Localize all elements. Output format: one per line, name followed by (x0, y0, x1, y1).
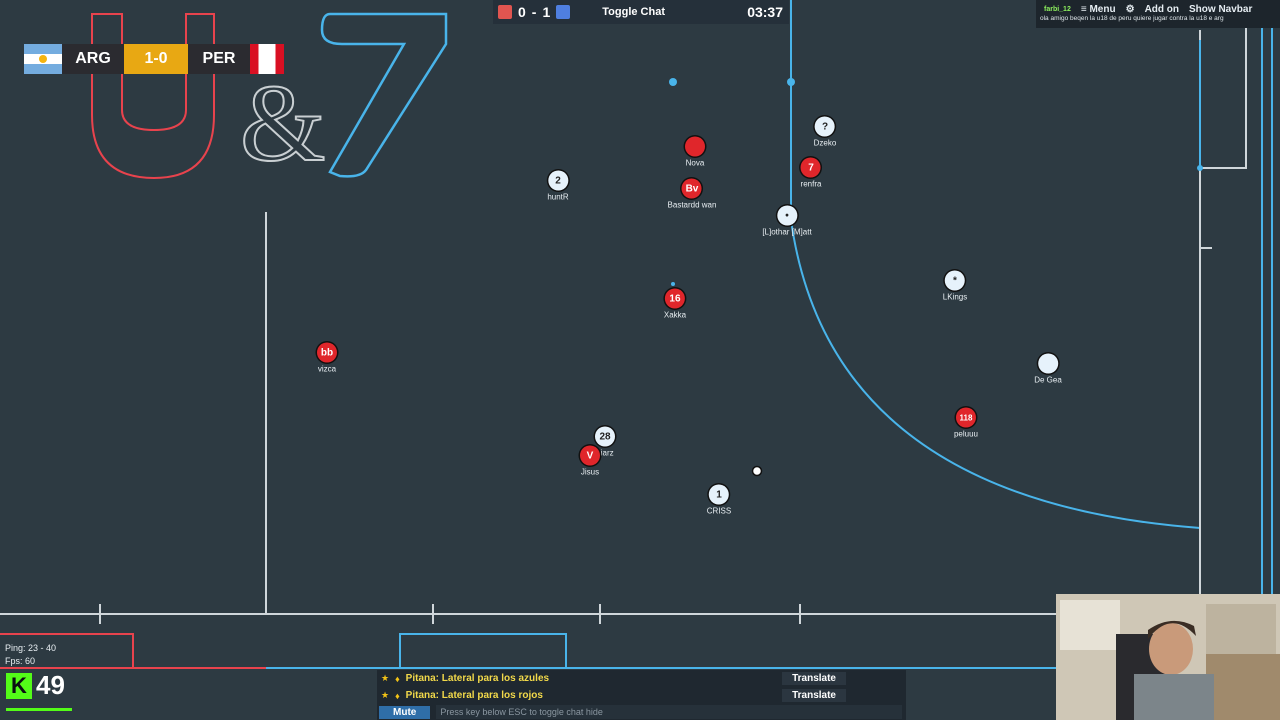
player-disc: ? (815, 116, 835, 137)
player-disc (1037, 353, 1058, 374)
player-name: Xakka (663, 310, 687, 320)
kick-bar (6, 708, 72, 711)
scoreboard: ARG 1-0 PER (24, 44, 284, 74)
player-disc: 16 (664, 288, 685, 309)
player-name: vizca (317, 364, 337, 374)
viewer-count: 49 (36, 670, 65, 700)
away-team: PER (188, 44, 250, 74)
player-name: Bastardd wan (667, 200, 717, 210)
mute-button[interactable]: Mute (379, 705, 431, 719)
player-bastardd-wan: Bv Bastardd wan (667, 178, 717, 210)
player-name: CRISS (706, 506, 732, 516)
kick-viewers: K 49 (6, 670, 65, 701)
player-disc: Bv (681, 178, 702, 199)
player-disc: 28 (595, 426, 615, 447)
chat-text: Pitana: Lateral para los rojos (405, 690, 543, 701)
show-navbar-button[interactable]: Show Navbar (1189, 4, 1252, 15)
score-blue: 1 (542, 4, 551, 20)
player-disc: 1 (708, 484, 729, 505)
settings-icon[interactable]: ⚙ (1126, 4, 1135, 15)
top-right-panel: farbi_12 ≡ Menu ⚙ Add on Show Navbar ola… (1036, 0, 1280, 28)
player-jisus: V Jisus (580, 445, 600, 477)
player-dzeko: ? Dzeko (813, 116, 837, 148)
player-de-gea: De Gea (1034, 353, 1062, 385)
player-disc: 2 (547, 170, 568, 191)
ping-readout: Ping: 23 - 40 (5, 643, 57, 653)
blue-team-square (556, 5, 571, 19)
translate-button[interactable]: Translate (782, 689, 846, 702)
player-disc: * (945, 270, 965, 291)
player-lkings: * LKings (942, 270, 968, 302)
player-disc: V (580, 445, 600, 466)
fps-readout: Fps: 60 (5, 656, 36, 666)
menu-button[interactable]: ≡ Menu (1081, 4, 1116, 15)
star-icon: ★ (381, 690, 390, 700)
home-team: ARG (62, 44, 124, 74)
player-disc: 118 (956, 407, 976, 428)
match-score: 1-0 (124, 44, 188, 74)
overlay-chat-message: ola amigo beqen la u18 de peru quiere ju… (1040, 15, 1224, 22)
player-lothar-matt: • [L]othar [M]att (762, 205, 812, 237)
player-name: renfra (800, 179, 822, 189)
red-team-square (498, 5, 512, 19)
player-huntr: 2 huntR (547, 170, 569, 202)
player-disc: • (776, 205, 797, 226)
player-peluuu: 118 peluuu (953, 407, 979, 439)
referee-icon: ♦ (395, 673, 400, 684)
argentina-flag-icon (24, 44, 62, 74)
kick-logo-icon: K (6, 672, 32, 699)
player-criss: 1 CRISS (706, 484, 732, 516)
player-disc: bb (317, 342, 337, 363)
chat-message: ★ ♦ Pitana: Lateral para los azules Tran… (377, 670, 906, 687)
star-icon: ★ (381, 673, 390, 683)
hud-stats: Ping: 23 - 40 Fps: 60 (5, 642, 56, 668)
svg-text:&: & (240, 62, 326, 184)
player-name: De Gea (1034, 375, 1062, 385)
toggle-chat-button[interactable]: Toggle Chat (602, 6, 665, 18)
match-timer: 03:37 (747, 4, 783, 20)
player-name: huntR (547, 192, 569, 202)
player-name: [L]othar [M]att (762, 227, 812, 237)
player-name: Jisus (580, 467, 600, 477)
chat-message: ★ ♦ Pitana: Lateral para los rojos Trans… (377, 687, 906, 704)
score-dash: - (531, 4, 537, 20)
ball (751, 465, 763, 477)
player-renfra: 7 renfra (800, 157, 822, 189)
player-nova: Nova (685, 136, 705, 168)
referee-icon: ♦ (395, 690, 400, 701)
player-name: LKings (942, 292, 968, 302)
u-and-7-logo: & (91, 12, 448, 185)
player-name: Dzeko (813, 138, 837, 148)
chat-input[interactable]: Press key below ESC to toggle chat hide (436, 705, 902, 719)
player-disc (685, 136, 705, 157)
player-disc: 7 (801, 157, 821, 178)
peru-flag-icon (250, 44, 284, 74)
top-status-bar: 0 - 1 Toggle Chat 03:37 (493, 0, 789, 24)
player-vizca: bb vizca (317, 342, 337, 374)
chat-panel: ★ ♦ Pitana: Lateral para los azules Tran… (377, 670, 906, 720)
addon-button[interactable]: Add on (1145, 4, 1179, 15)
streamer-webcam (1056, 594, 1280, 720)
player-xakka: 16 Xakka (663, 288, 687, 320)
chat-text: Pitana: Lateral para los azules (405, 673, 550, 684)
player-name: peluuu (953, 429, 979, 439)
translate-button[interactable]: Translate (782, 672, 846, 685)
player-name: Nova (685, 158, 705, 168)
chat-username: farbi_12 (1044, 6, 1071, 13)
score-red: 0 (518, 4, 526, 20)
